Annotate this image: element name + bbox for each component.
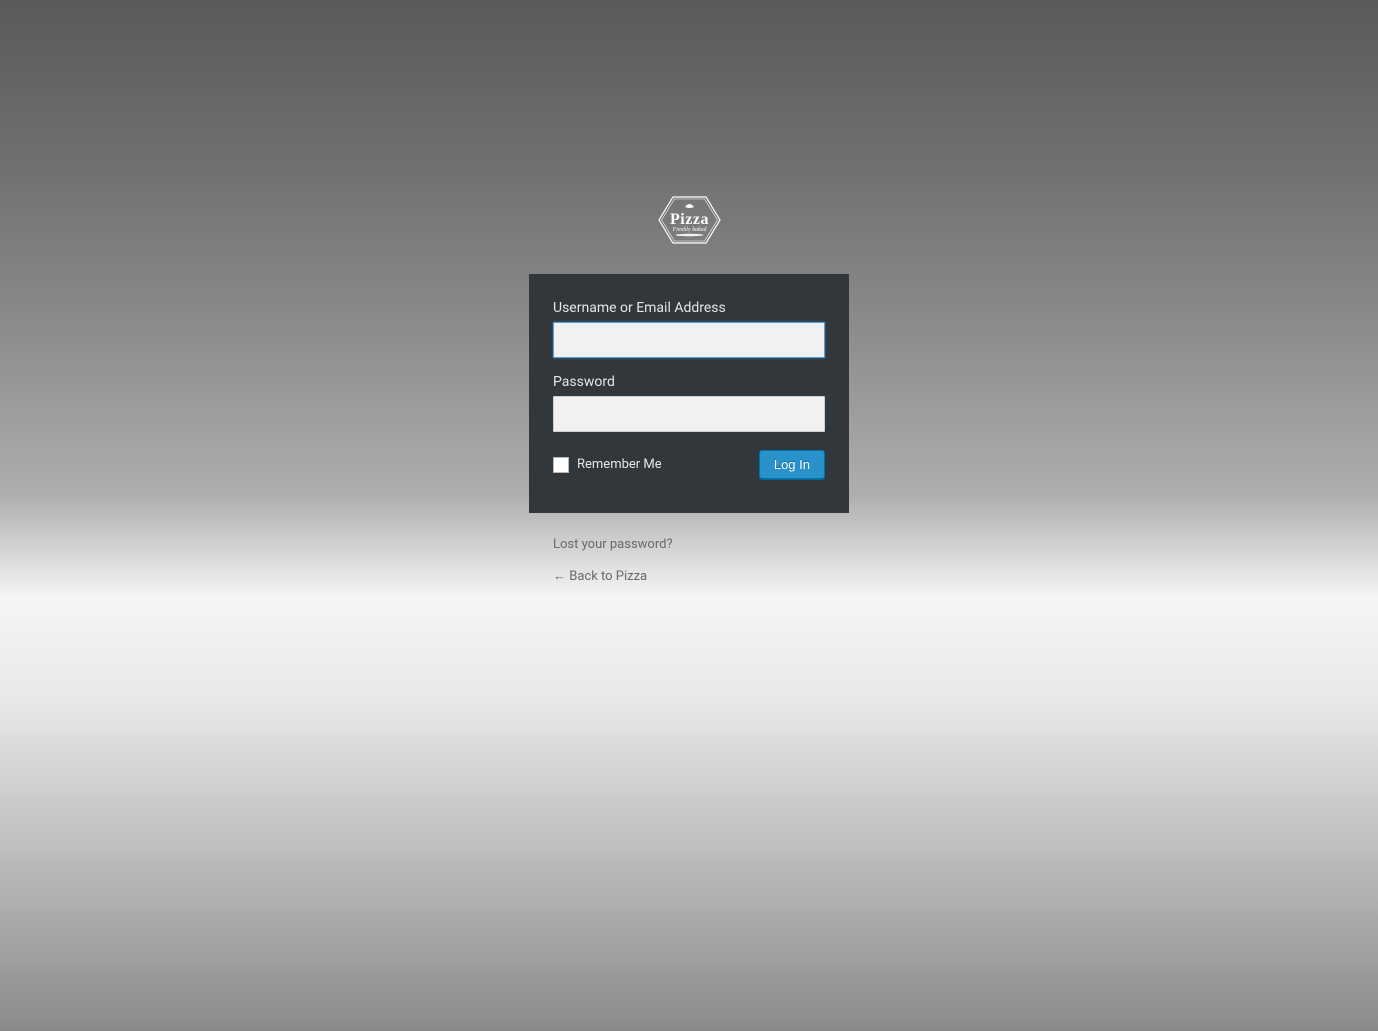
back-to-site-link[interactable]: ← Back to Pizza xyxy=(553,568,825,584)
lost-password-link[interactable]: Lost your password? xyxy=(553,537,825,552)
pizza-logo-icon: Pizza Freshly baked xyxy=(657,195,722,245)
password-field-group: Password xyxy=(553,374,825,432)
login-container: Pizza Freshly baked Username or Email Ad… xyxy=(529,0,849,584)
password-label: Password xyxy=(553,374,825,390)
logo-link[interactable]: Pizza Freshly baked xyxy=(657,195,722,245)
password-input[interactable] xyxy=(553,396,825,432)
remember-me-label[interactable]: Remember Me xyxy=(577,457,662,472)
username-label: Username or Email Address xyxy=(553,300,825,316)
remember-me-group: Remember Me xyxy=(553,457,662,473)
svg-text:Freshly baked: Freshly baked xyxy=(671,227,707,233)
login-form: Username or Email Address Password Remem… xyxy=(529,274,849,513)
username-field-group: Username or Email Address xyxy=(553,300,825,358)
login-button[interactable]: Log In xyxy=(759,450,825,479)
nav-links: Lost your password? ← Back to Pizza xyxy=(529,513,849,584)
logo-area: Pizza Freshly baked xyxy=(529,195,849,249)
form-bottom-row: Remember Me Log In xyxy=(553,450,825,479)
remember-me-checkbox[interactable] xyxy=(553,457,569,473)
username-input[interactable] xyxy=(553,322,825,358)
svg-text:Pizza: Pizza xyxy=(670,211,709,228)
